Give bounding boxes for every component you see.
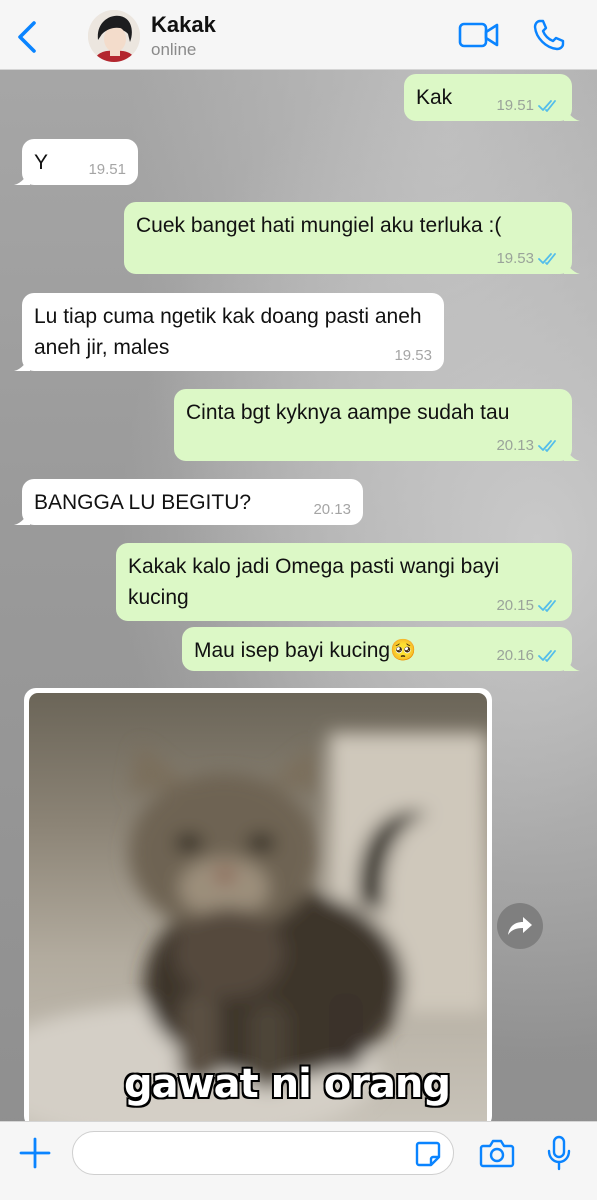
message-time: 20.13 [496,437,534,454]
message-bubble-outgoing[interactable]: Kakak kalo jadi Omega pasti wangi bayi k… [116,543,572,621]
message-text: BANGGA LU BEGITU? [34,491,252,514]
message-meta: 19.51 [88,161,126,179]
message-time: 19.53 [496,250,534,267]
bubble-tail [564,105,580,121]
forward-button[interactable] [497,903,543,949]
message-text: Cinta bgt kyknya aampe sudah tau [186,401,510,424]
message-meta: 20.16 [496,647,560,665]
message-meta: 19.53 [496,250,560,268]
bubble-tail [14,355,30,371]
message-meta: 20.13 [496,437,560,455]
input-bar [0,1121,597,1200]
message-bubble-incoming[interactable]: BANGGA LU BEGITU? 20.13 [14,479,363,525]
read-ticks-icon [538,440,556,452]
message-input[interactable] [72,1131,454,1175]
read-ticks-icon [538,253,556,265]
sticker-icon[interactable] [414,1140,442,1168]
message-time: 19.51 [496,97,534,114]
message-text: Lu tiap cuma ngetik kak doang pasti aneh… [34,305,422,359]
image-message[interactable]: gawat ni orang [24,688,492,1128]
message-bubble-incoming[interactable]: Y 19.51 [14,139,138,185]
message-time: 20.16 [496,647,534,664]
read-ticks-icon [538,100,556,112]
bubble-tail [564,445,580,461]
plus-icon[interactable] [18,1136,52,1170]
contact-name[interactable]: Kakak [151,12,216,38]
bubble-tail [564,655,580,671]
message-text: Kak [416,86,453,109]
message-meta: 19.51 [496,97,560,115]
contact-status: online [151,40,197,59]
avatar[interactable] [88,10,140,62]
bubble-tail [564,258,580,274]
camera-icon[interactable] [479,1138,515,1168]
message-text: Y [34,151,49,174]
message-meta: 19.53 [394,347,432,365]
message-text: Kakak kalo jadi Omega pasti wangi bayi k… [128,555,500,609]
image-caption: gawat ni orang [123,1060,452,1108]
microphone-icon[interactable] [546,1135,572,1171]
message-time: 19.51 [88,161,126,178]
message-time: 20.15 [496,597,534,614]
read-ticks-icon [538,600,556,612]
bubble-tail [14,169,30,185]
message-meta: 20.15 [496,597,560,615]
message-bubble-outgoing[interactable]: Mau isep bayi kucing🥺 20.16 [182,627,580,671]
bubble-tail [14,509,30,525]
phone-call-icon[interactable] [532,18,566,52]
cat-meme-image[interactable]: gawat ni orang [29,693,487,1128]
message-bubble-outgoing[interactable]: Kak 19.51 [404,74,580,121]
video-call-icon[interactable] [458,20,500,50]
message-bubble-outgoing[interactable]: Cuek banget hati mungiel aku terluka :( … [124,202,580,274]
message-time: 20.13 [313,501,351,518]
message-bubble-incoming[interactable]: Lu tiap cuma ngetik kak doang pasti aneh… [14,293,444,371]
chat-header: Kakak online [0,0,597,70]
read-ticks-icon [538,650,556,662]
message-bubble-outgoing[interactable]: Cinta bgt kyknya aampe sudah tau 20.13 [174,389,580,461]
message-text: Cuek banget hati mungiel aku terluka :( [136,214,502,237]
message-meta: 20.13 [313,501,351,519]
back-chevron-icon[interactable] [14,20,40,54]
message-text: Mau isep bayi kucing🥺 [194,639,417,662]
forward-arrow-icon [508,917,532,935]
message-time: 19.53 [394,347,432,364]
